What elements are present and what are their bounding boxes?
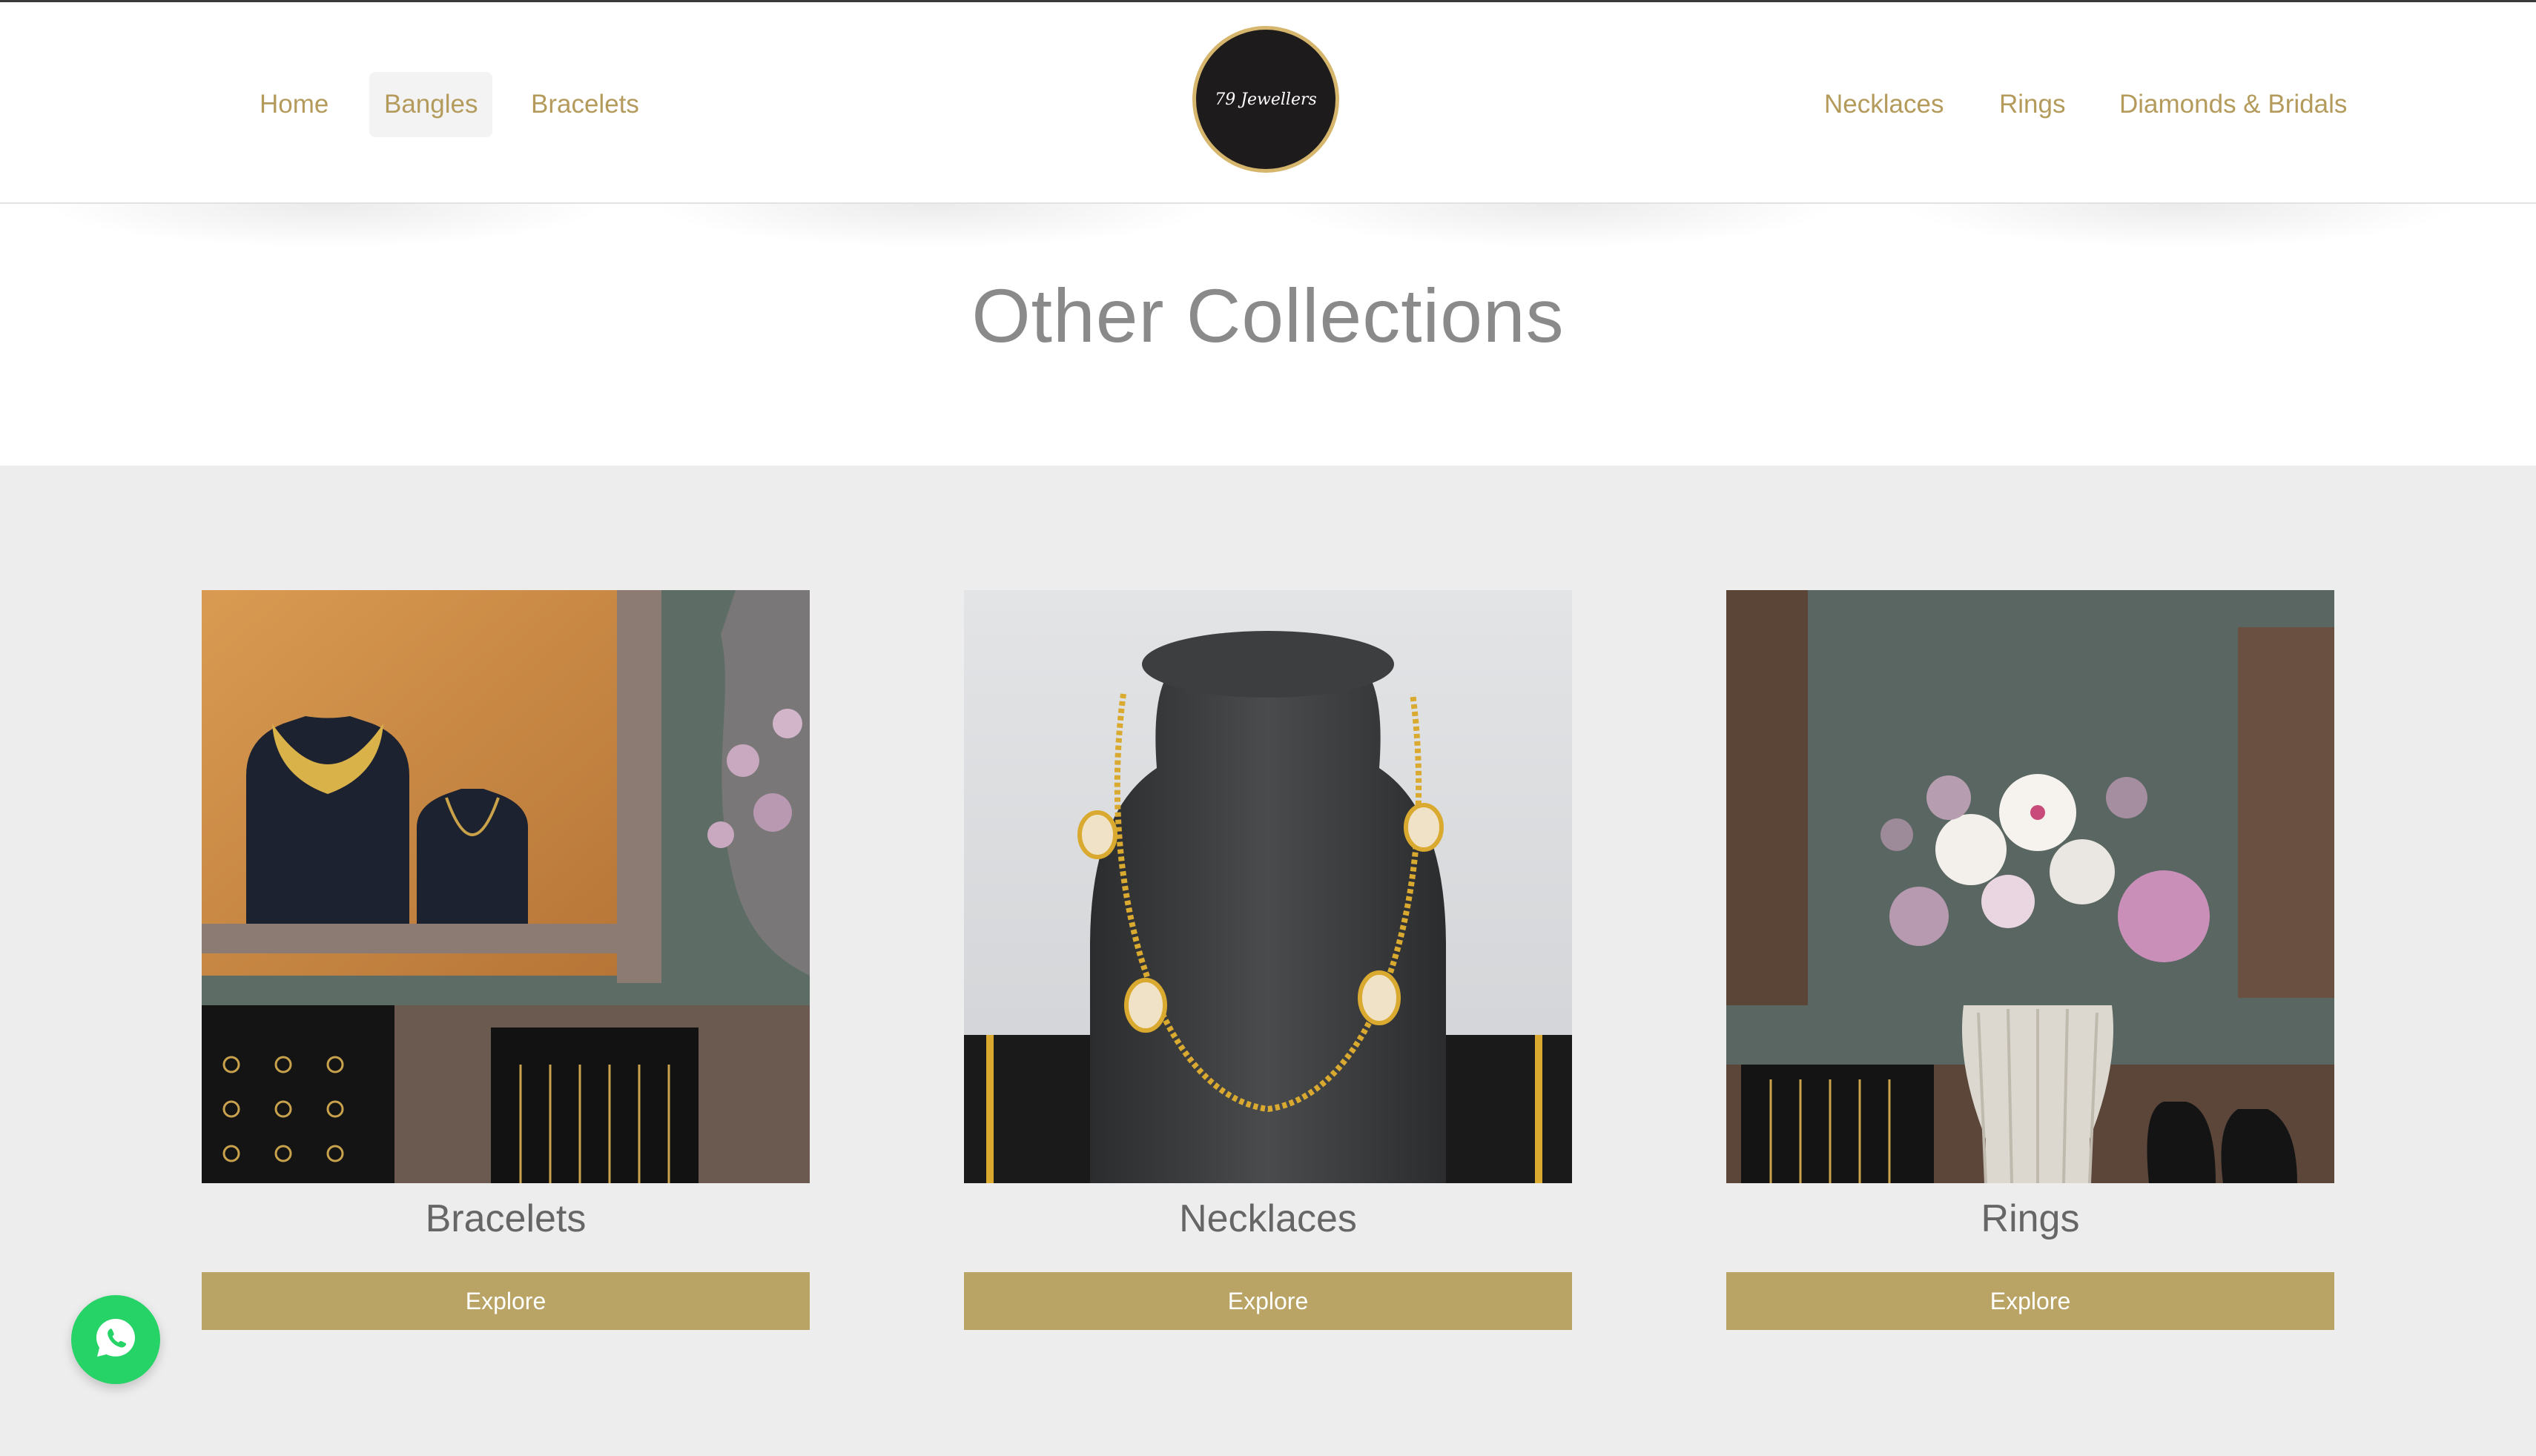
header-shadow [1275,204,1839,248]
whatsapp-chat-button[interactable] [71,1295,160,1384]
bracelets-image[interactable] [202,590,810,1183]
collections-grid: Bracelets Explore Necklaces Explore Ring… [0,466,2536,1456]
site-header: Home Bangles Bracelets 79 Jewellers Neck… [0,2,2536,204]
nav-home[interactable]: Home [245,72,343,137]
card-title: Necklaces [1179,1197,1357,1240]
collection-card-necklaces: Necklaces Explore [964,590,1572,1330]
explore-button-bracelets[interactable]: Explore [202,1272,810,1330]
logo-text: 79 Jewellers [1215,90,1317,109]
necklaces-image[interactable] [964,590,1572,1183]
header-shadow [1898,204,2462,248]
card-title: Rings [1981,1197,2080,1240]
header-shadow [653,204,1216,248]
nav-rings[interactable]: Rings [1984,72,2080,137]
header-shadow [44,204,608,248]
whatsapp-icon [92,1314,139,1366]
collection-card-bracelets: Bracelets Explore [202,590,810,1330]
card-title: Bracelets [425,1197,587,1240]
rings-image[interactable] [1726,590,2334,1183]
section-title: Other Collections [971,274,1565,358]
nav-diamonds-bridals[interactable]: Diamonds & Bridals [2104,72,2362,137]
explore-button-necklaces[interactable]: Explore [964,1272,1572,1330]
nav-bracelets[interactable]: Bracelets [516,72,654,137]
collection-card-rings: Rings Explore [1726,590,2334,1330]
explore-button-rings[interactable]: Explore [1726,1272,2334,1330]
brand-logo[interactable]: 79 Jewellers [1192,26,1339,173]
nav-necklaces[interactable]: Necklaces [1809,72,1958,137]
nav-bangles[interactable]: Bangles [369,72,493,137]
